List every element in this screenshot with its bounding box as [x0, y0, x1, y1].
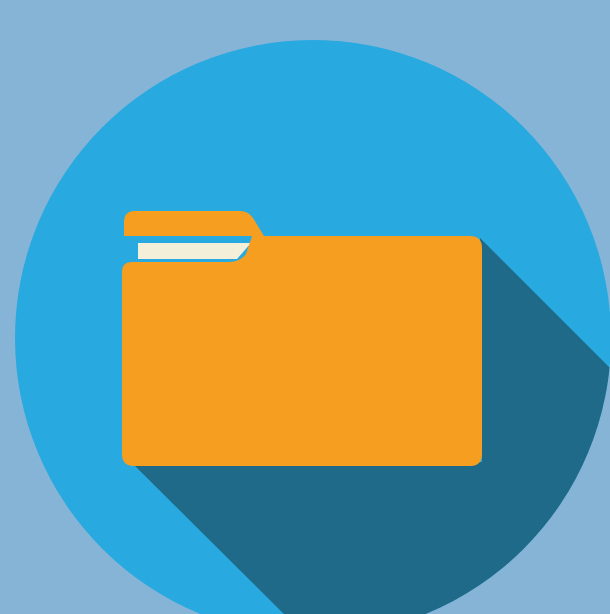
folder-paper	[138, 243, 251, 259]
folder-illustration	[0, 0, 610, 614]
folder-body	[122, 236, 482, 466]
icon-canvas	[0, 0, 610, 614]
